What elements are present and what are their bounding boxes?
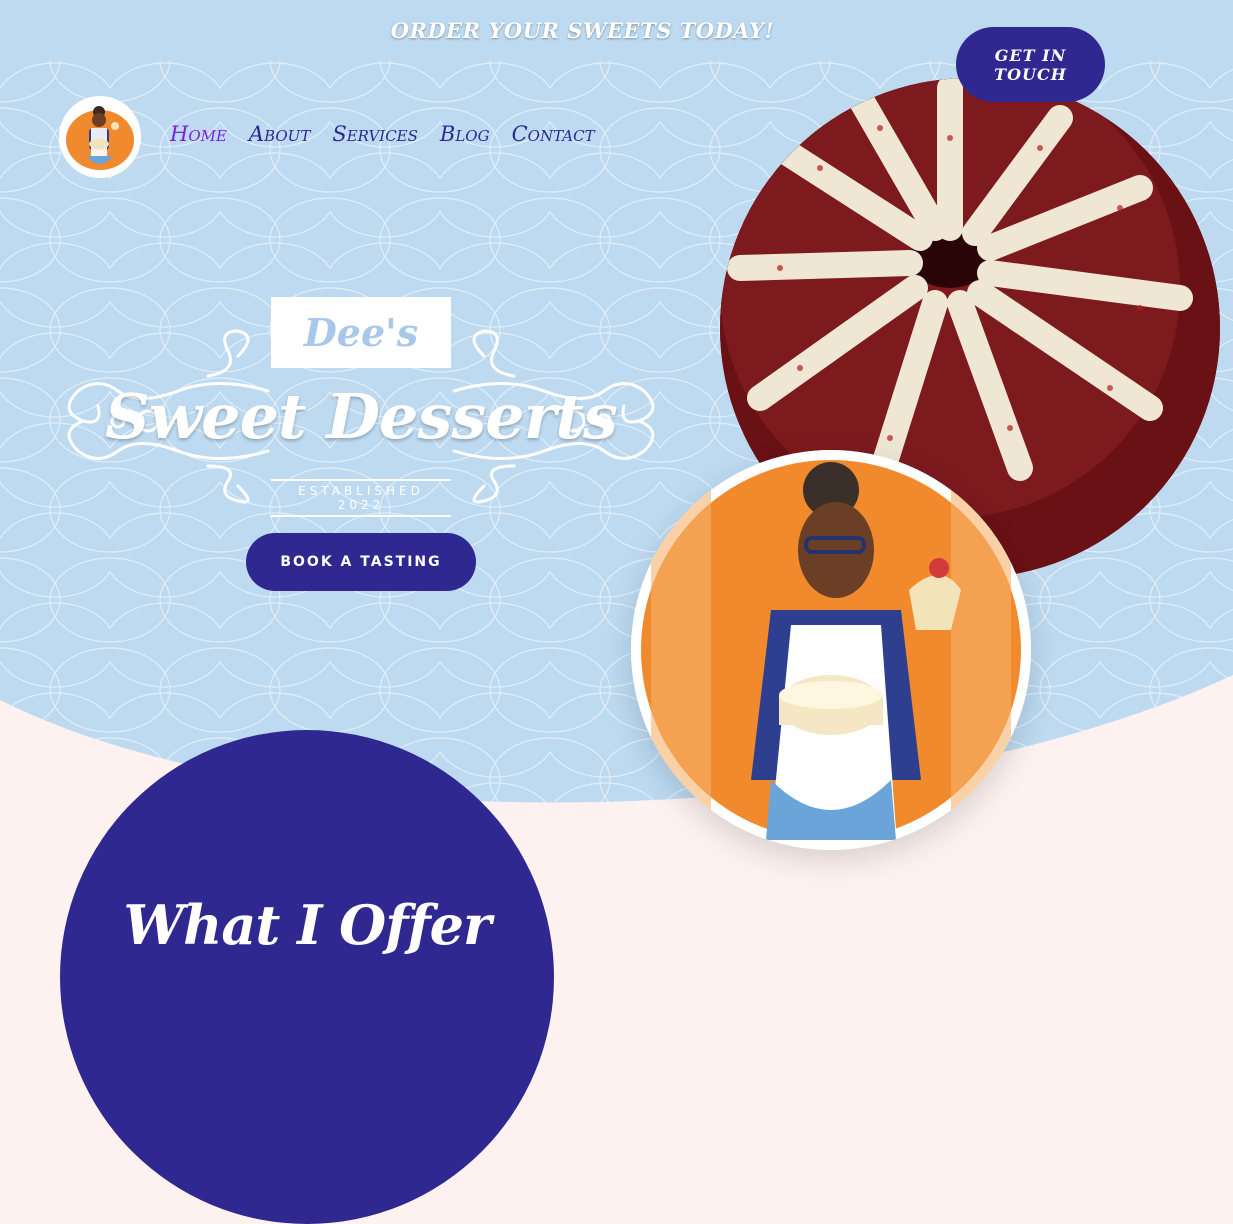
baker-illustration [631,450,1031,850]
brand-main-title: Sweet Desserts [105,380,618,453]
offer-section-circle [60,730,554,1224]
what-i-offer-title: What I Offer [123,893,491,957]
nav-home[interactable]: Home [170,122,227,146]
nav-about[interactable]: About [249,122,310,146]
get-in-touch-button[interactable]: GET IN TOUCH [956,27,1105,102]
nav-services[interactable]: Services [332,122,418,146]
nav-blog[interactable]: Blog [440,122,490,146]
brand-small-label: Dee's [271,297,451,368]
nav-contact[interactable]: Contact [512,122,595,146]
brand-sign: Dee's Sweet Desserts ESTABLISHED 2022 [58,296,664,517]
baker-illustration-frame [631,450,1031,850]
main-nav: Home About Services Blog Contact [170,122,595,146]
baker-avatar-icon [59,96,141,178]
established-label: ESTABLISHED 2022 [271,479,451,517]
book-tasting-button[interactable]: BOOK A TASTING [246,533,476,591]
site-logo[interactable] [59,96,141,178]
